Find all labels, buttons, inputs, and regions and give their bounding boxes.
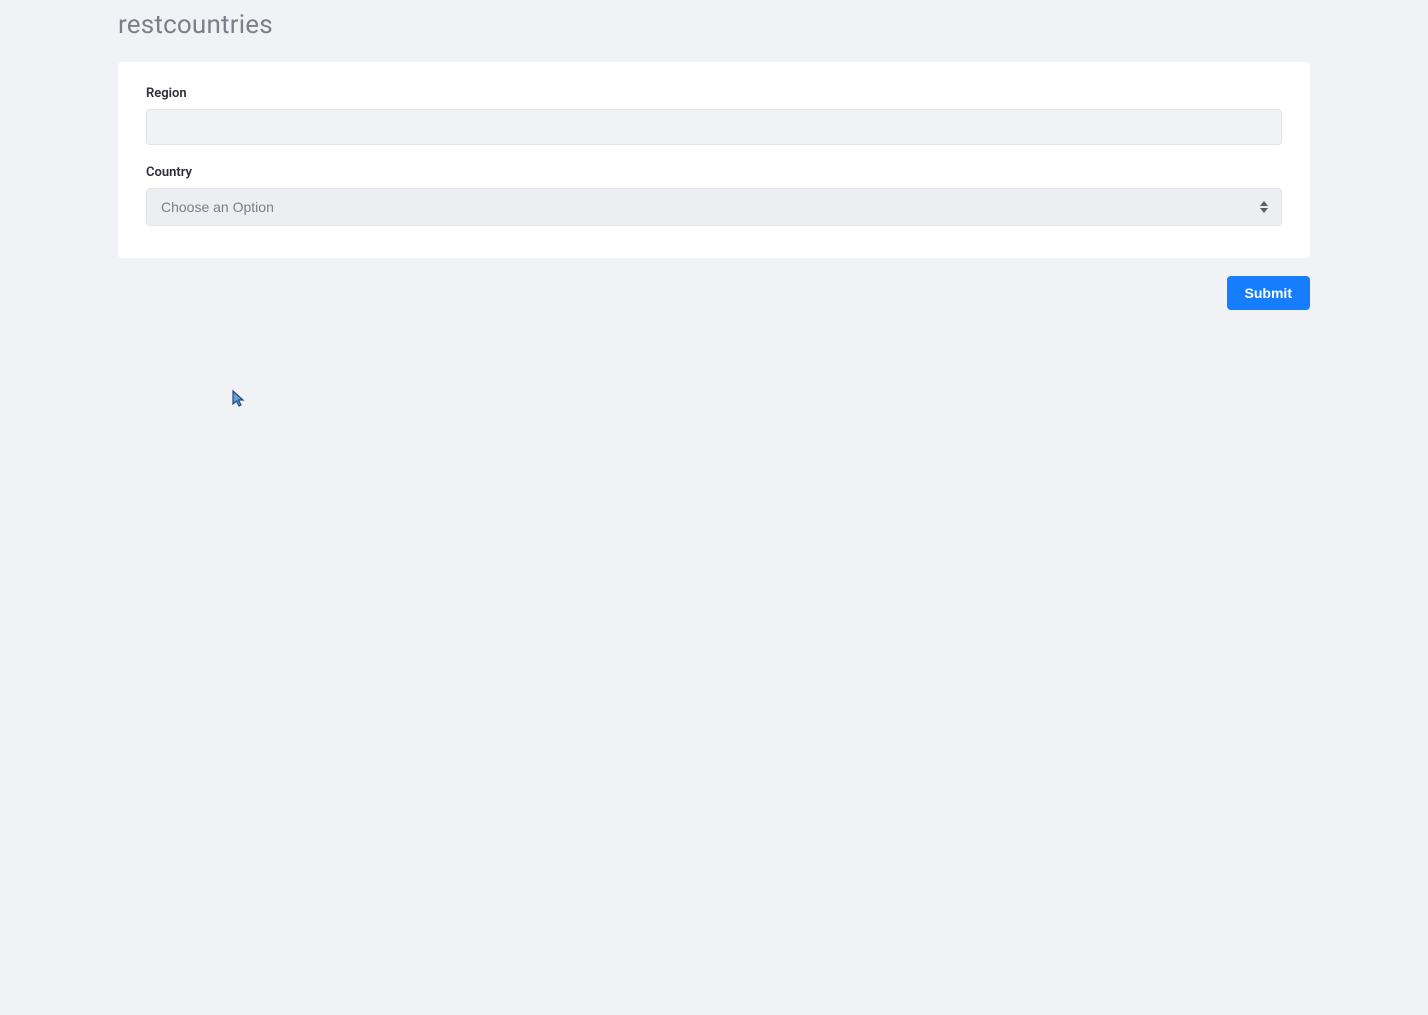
page-title: restcountries xyxy=(118,0,1310,62)
region-label: Region xyxy=(146,86,1282,101)
cursor-icon xyxy=(232,390,246,412)
country-group: Country Choose an Option xyxy=(146,165,1282,226)
submit-button[interactable]: Submit xyxy=(1227,276,1310,310)
form-card: Region Country Choose an Option xyxy=(118,62,1310,258)
country-label: Country xyxy=(146,165,1282,180)
region-group: Region xyxy=(146,86,1282,145)
country-select-wrapper: Choose an Option xyxy=(146,188,1282,226)
actions-bar: Submit xyxy=(118,276,1310,310)
country-select[interactable]: Choose an Option xyxy=(146,188,1282,226)
region-input[interactable] xyxy=(146,109,1282,145)
